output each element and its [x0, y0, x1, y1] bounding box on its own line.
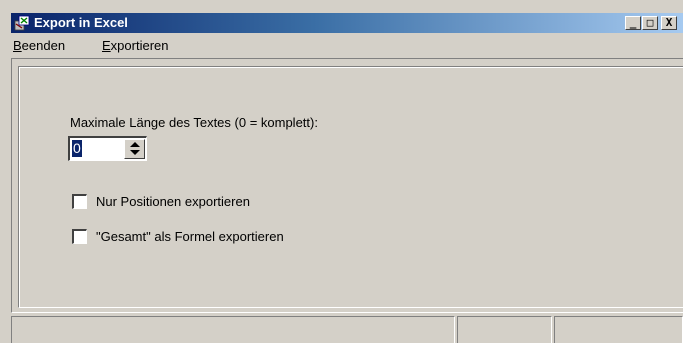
max-length-input[interactable]: 0 — [72, 140, 82, 157]
status-pane-3 — [554, 316, 683, 343]
positions-only-label[interactable]: Nur Positionen exportieren — [96, 194, 250, 209]
close-button[interactable]: X — [661, 16, 677, 30]
window-title: Export in Excel — [34, 15, 128, 30]
excel-export-app-icon — [14, 15, 30, 31]
status-pane-2 — [457, 316, 552, 343]
minimize-button[interactable]: _ — [625, 16, 641, 30]
close-icon: X — [665, 16, 673, 29]
minimize-icon: _ — [629, 16, 637, 29]
export-window: Export in Excel _ □ X Beenden Exportiere… — [0, 0, 683, 343]
status-pane-1 — [11, 316, 455, 343]
max-length-label: Maximale Länge des Textes (0 = komplett)… — [70, 115, 318, 130]
options-group — [18, 66, 683, 308]
status-bar — [11, 316, 683, 343]
arrow-up-icon[interactable] — [130, 142, 140, 147]
total-as-formula-checkbox[interactable] — [72, 229, 87, 244]
arrow-down-icon[interactable] — [130, 150, 140, 155]
title-bar[interactable]: Export in Excel _ □ X — [11, 13, 683, 33]
maximize-icon: □ — [646, 16, 654, 29]
spin-buttons[interactable] — [124, 139, 145, 159]
maximize-button[interactable]: □ — [642, 16, 658, 30]
max-length-spinner[interactable]: 0 — [68, 136, 147, 161]
total-as-formula-label[interactable]: "Gesamt" als Formel exportieren — [96, 229, 284, 244]
menu-beenden[interactable]: Beenden — [13, 39, 65, 53]
positions-only-checkbox[interactable] — [72, 194, 87, 209]
menu-bar: Beenden Exportieren — [11, 34, 683, 56]
menu-exportieren[interactable]: Exportieren — [102, 39, 168, 53]
